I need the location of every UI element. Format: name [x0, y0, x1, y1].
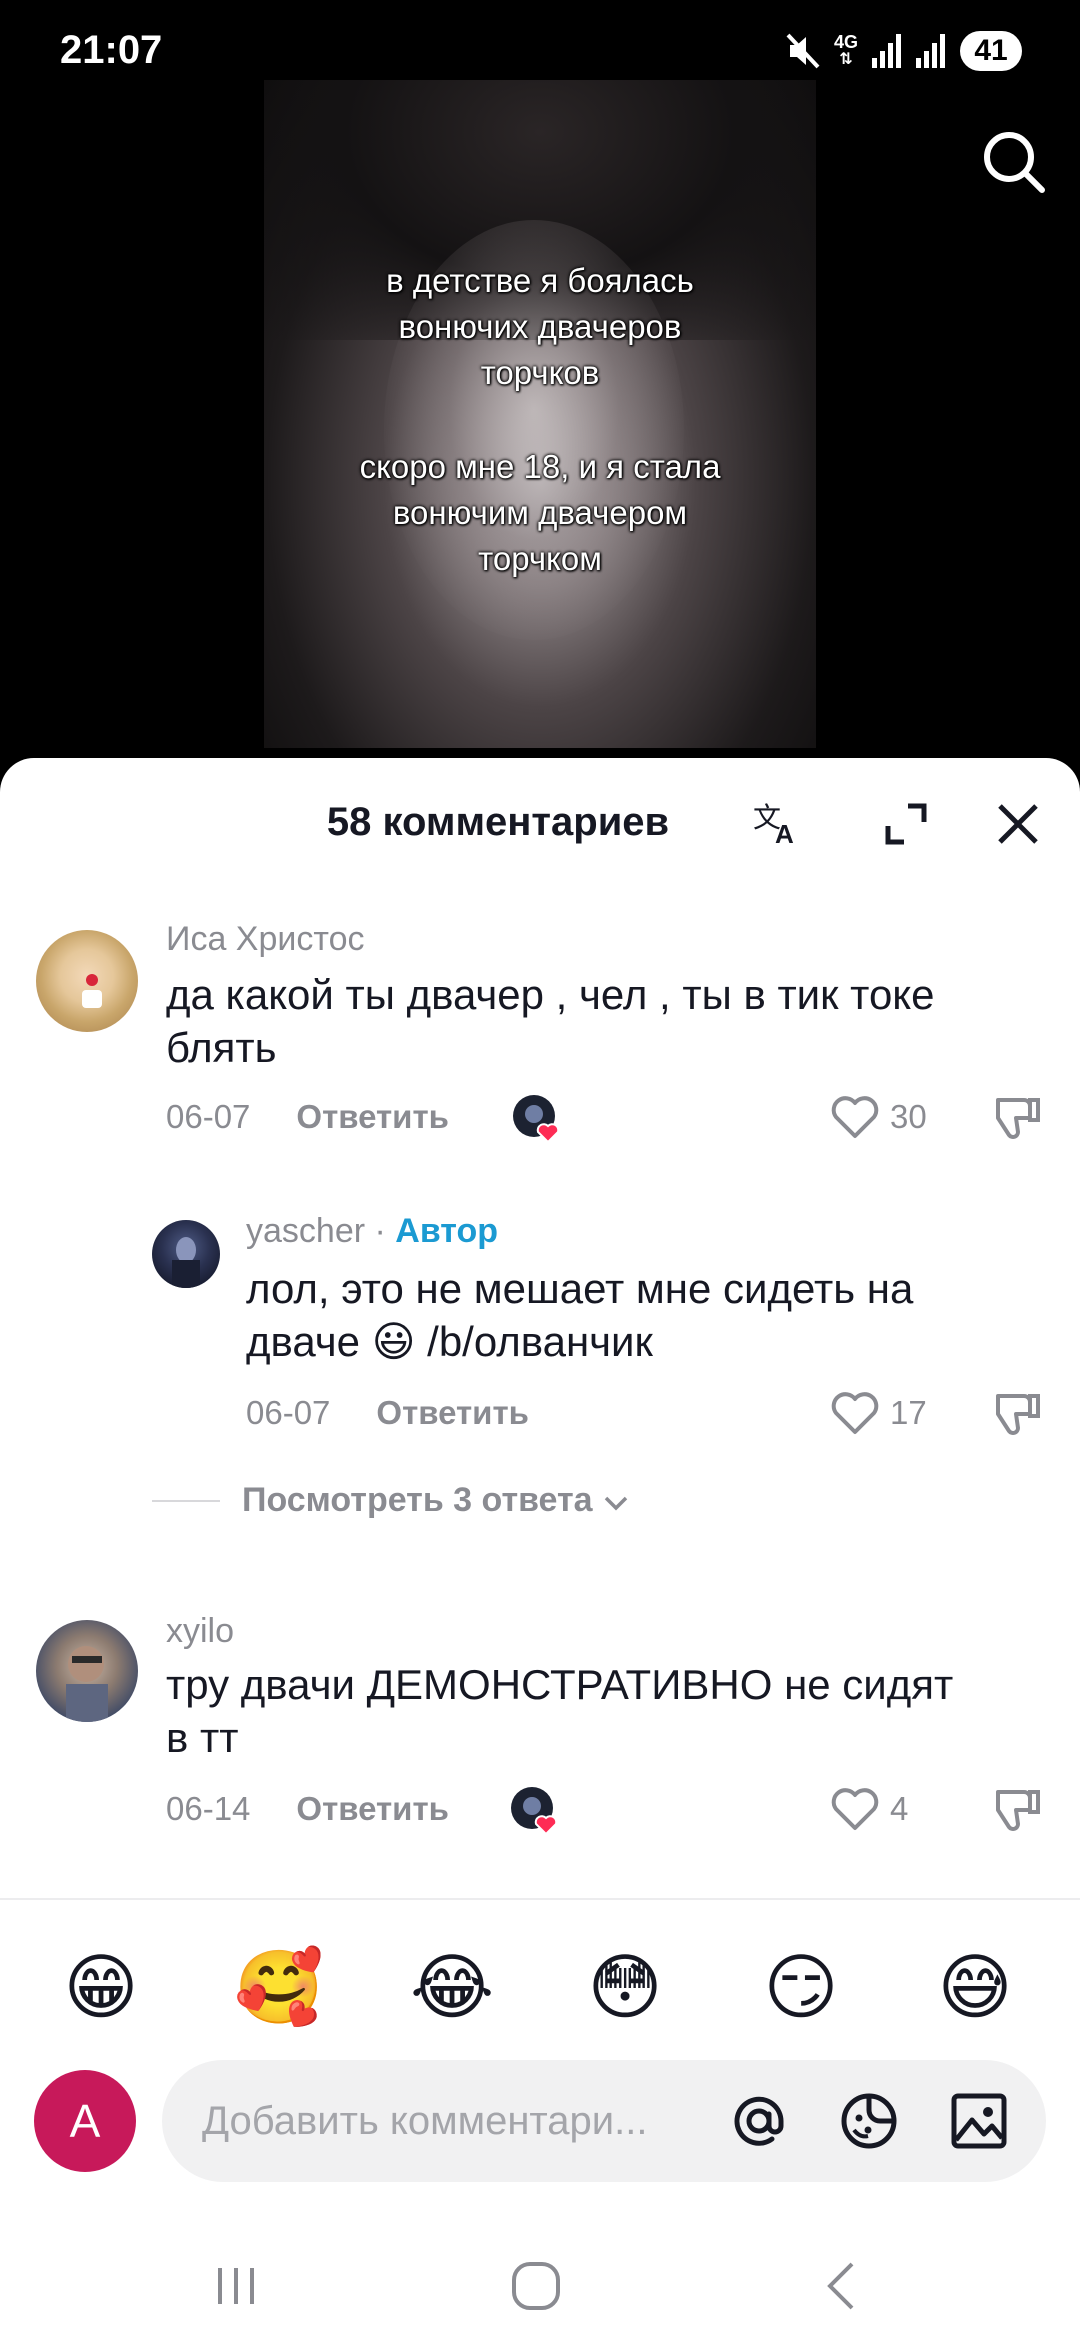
comment-text: тру двачи ДЕМОНСТРАТИВНО не сидят в тт [166, 1658, 953, 1764]
dislike-icon[interactable] [992, 1784, 1044, 1836]
heart-icon [831, 1788, 879, 1830]
comment-meta: 06-07 Ответить [166, 1098, 449, 1136]
emoji-flushed-button[interactable]: 😳 [584, 1946, 666, 2028]
comment-text-line: блять [166, 1024, 277, 1071]
network-type-label: 4G [833, 32, 858, 52]
composer-divider [0, 1898, 1080, 1900]
heart-icon [831, 1096, 879, 1138]
comment-meta: 06-14 Ответить [166, 1790, 449, 1828]
avatar[interactable] [152, 1220, 220, 1288]
username-separator: · [365, 1212, 396, 1250]
4g-icon: 4G ⇅ [833, 32, 858, 68]
creator-liked-icon [510, 1786, 558, 1836]
comment-text: да какой ты двачер , чел , ты в тик токе… [166, 968, 935, 1074]
back-icon[interactable] [812, 2256, 872, 2316]
caption-line: торчком [478, 540, 602, 577]
like-button[interactable]: 17 [830, 1390, 927, 1436]
chevron-down-icon [603, 1481, 629, 1520]
video-caption-top: в детстве я боялась вонючих двачеров тор… [264, 258, 816, 396]
author-badge: Автор [395, 1212, 499, 1250]
close-icon[interactable] [988, 794, 1048, 854]
comment-username[interactable]: Иса Христос [166, 920, 364, 959]
like-button[interactable]: 4 [830, 1786, 908, 1832]
recent-apps-icon[interactable] [206, 2256, 266, 2316]
caption-line: торчков [480, 354, 600, 391]
emoji-sticker-icon[interactable] [838, 2090, 900, 2152]
mute-icon [786, 33, 820, 69]
like-button[interactable]: 30 [830, 1094, 927, 1140]
caption-line: вонючих двачеров [398, 308, 682, 345]
comment-username[interactable]: xyilo [166, 1612, 234, 1651]
comment-text-line: лол, это не мешает мне сидеть на [246, 1265, 914, 1312]
status-icons: 4G ⇅ 41 [786, 28, 1022, 74]
user-avatar[interactable]: A [34, 2070, 136, 2172]
like-count: 4 [890, 1790, 909, 1827]
image-icon[interactable] [948, 2090, 1010, 2152]
signal-icon [872, 34, 902, 68]
view-replies-button[interactable]: Посмотреть 3 ответа [152, 1481, 629, 1520]
comment-text: лол, это не мешает мне сидеть на дваче 😃… [246, 1262, 913, 1368]
video-caption-bottom: скоро мне 18, и я стала вонючим двачером… [264, 444, 816, 582]
caption-line: скоро мне 18, и я стала [359, 448, 721, 485]
avatar[interactable] [36, 1620, 138, 1722]
emoji-hearts-button[interactable]: 🥰 [234, 1946, 324, 2028]
like-count: 30 [890, 1098, 927, 1135]
avatar[interactable] [36, 930, 138, 1032]
comment-date: 06-07 [166, 1098, 251, 1135]
svg-text:A: A [775, 819, 794, 849]
comment-date: 06-07 [246, 1394, 331, 1431]
reply-button[interactable]: Ответить [376, 1394, 529, 1432]
system-navigation-bar [0, 2220, 1080, 2340]
comment-input[interactable] [202, 2060, 702, 2182]
caption-line: вонючим двачером [392, 494, 688, 531]
emoji-laugh-button[interactable]: 😂 [410, 1946, 494, 2028]
comments-title-text: 58 комментариев [326, 800, 670, 844]
creator-liked-icon [512, 1094, 560, 1144]
comment-text-line: дваче 😃 /b/олванчик [246, 1318, 653, 1365]
replies-divider-line [152, 1499, 220, 1502]
view-replies-label: Посмотреть 3 ответа [242, 1481, 593, 1519]
video-player[interactable]: в детстве я боялась вонючих двачеров тор… [264, 80, 816, 748]
like-count: 17 [890, 1394, 927, 1431]
emoji-grin-button[interactable]: 😁 [60, 1946, 142, 2028]
heart-icon [831, 1392, 879, 1434]
comment-text-line: да какой ты двачер , чел , ты в тик токе [166, 971, 935, 1018]
comment-composer [162, 2060, 1046, 2182]
battery-icon: 41 [960, 31, 1022, 71]
comment-text-line: тру двачи ДЕМОНСТРАТИВНО не сидят [166, 1661, 954, 1708]
emoji-sweat-smile-button[interactable]: 😅 [934, 1946, 1016, 2028]
translate-icon[interactable]: 文 A [748, 794, 808, 854]
dislike-icon[interactable] [992, 1092, 1044, 1144]
reply-button[interactable]: Ответить [296, 1098, 449, 1136]
reply-button[interactable]: Ответить [296, 1790, 449, 1828]
signal-icon [916, 34, 946, 68]
dislike-icon[interactable] [992, 1388, 1044, 1440]
comment-date: 06-14 [166, 1790, 251, 1827]
status-time: 21:07 [60, 28, 163, 72]
caption-line: в детстве я боялась [386, 262, 694, 299]
username-text[interactable]: yascher [246, 1212, 365, 1250]
mention-icon[interactable] [728, 2090, 790, 2152]
comment-meta: 06-07 Ответить [246, 1394, 529, 1432]
home-icon[interactable] [506, 2256, 566, 2316]
emoji-smirk-button[interactable]: 😏 [760, 1946, 842, 2028]
search-icon[interactable] [980, 128, 1048, 196]
comment-username: yascher · Автор [246, 1212, 498, 1251]
comment-text-line: в тт [166, 1714, 239, 1761]
quick-emoji-bar: 😁 🥰 😂 😳 😏 😅 [0, 1946, 1080, 2030]
expand-icon[interactable] [876, 794, 936, 854]
